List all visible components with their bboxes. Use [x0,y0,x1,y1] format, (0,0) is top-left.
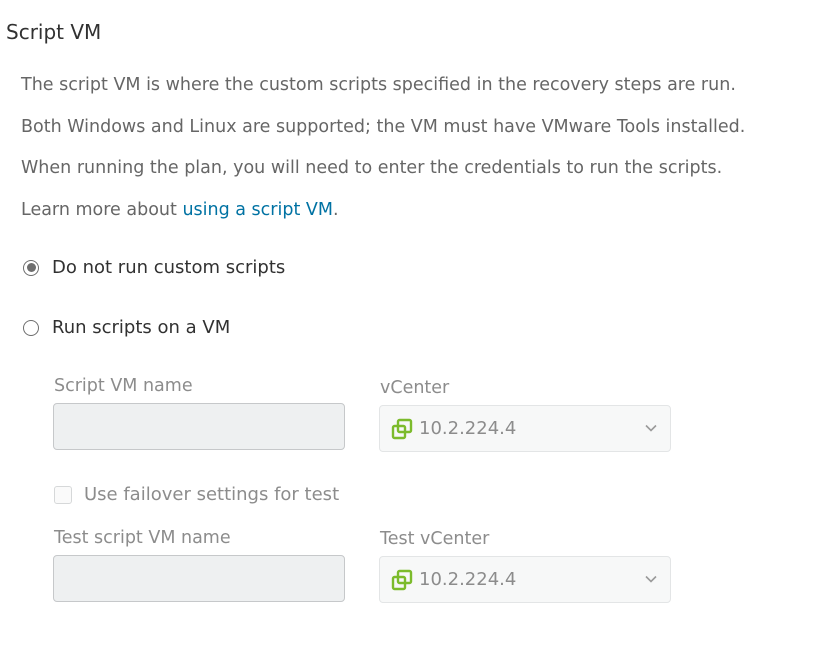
test-vcenter-select[interactable]: 10.2.224.4 [379,556,671,603]
script-vm-name-label: Script VM name [54,376,193,396]
test-vcenter-label: Test vCenter [380,529,490,549]
script-vm-name-input[interactable] [53,403,345,450]
radio-no-scripts[interactable]: Do not run custom scripts [23,257,285,278]
learn-more-line: Learn more about using a script VM. [21,200,339,220]
vcenter-icon [391,418,413,439]
section-title: Script VM [6,20,102,44]
use-failover-checkbox-row[interactable]: Use failover settings for test [54,484,339,505]
vcenter-select[interactable]: 10.2.224.4 [379,405,671,452]
description-line-1: The script VM is where the custom script… [21,75,736,95]
test-vcenter-value: 10.2.224.4 [419,569,517,590]
radio-button-unselected[interactable] [23,319,39,336]
radio-run-scripts[interactable]: Run scripts on a VM [23,317,230,338]
vcenter-value: 10.2.224.4 [419,418,517,439]
learn-more-suffix: . [332,200,339,220]
radio-dot [26,263,36,272]
vcenter-icon [391,569,413,590]
chevron-down-icon [645,424,657,432]
description-line-3: When running the plan, you will need to … [21,158,723,178]
chevron-down-icon [645,575,657,583]
test-script-vm-name-label: Test script VM name [54,528,231,548]
test-script-vm-name-input[interactable] [53,555,345,602]
radio-no-scripts-label: Do not run custom scripts [52,257,286,278]
learn-more-link[interactable]: using a script VM [182,200,333,220]
description-line-2: Both Windows and Linux are supported; th… [21,117,746,137]
vcenter-label: vCenter [380,378,450,398]
use-failover-label: Use failover settings for test [84,484,340,505]
use-failover-checkbox[interactable] [54,485,72,504]
radio-button-selected[interactable] [23,259,39,276]
learn-more-prefix: Learn more about [21,200,183,220]
radio-run-scripts-label: Run scripts on a VM [52,317,231,338]
